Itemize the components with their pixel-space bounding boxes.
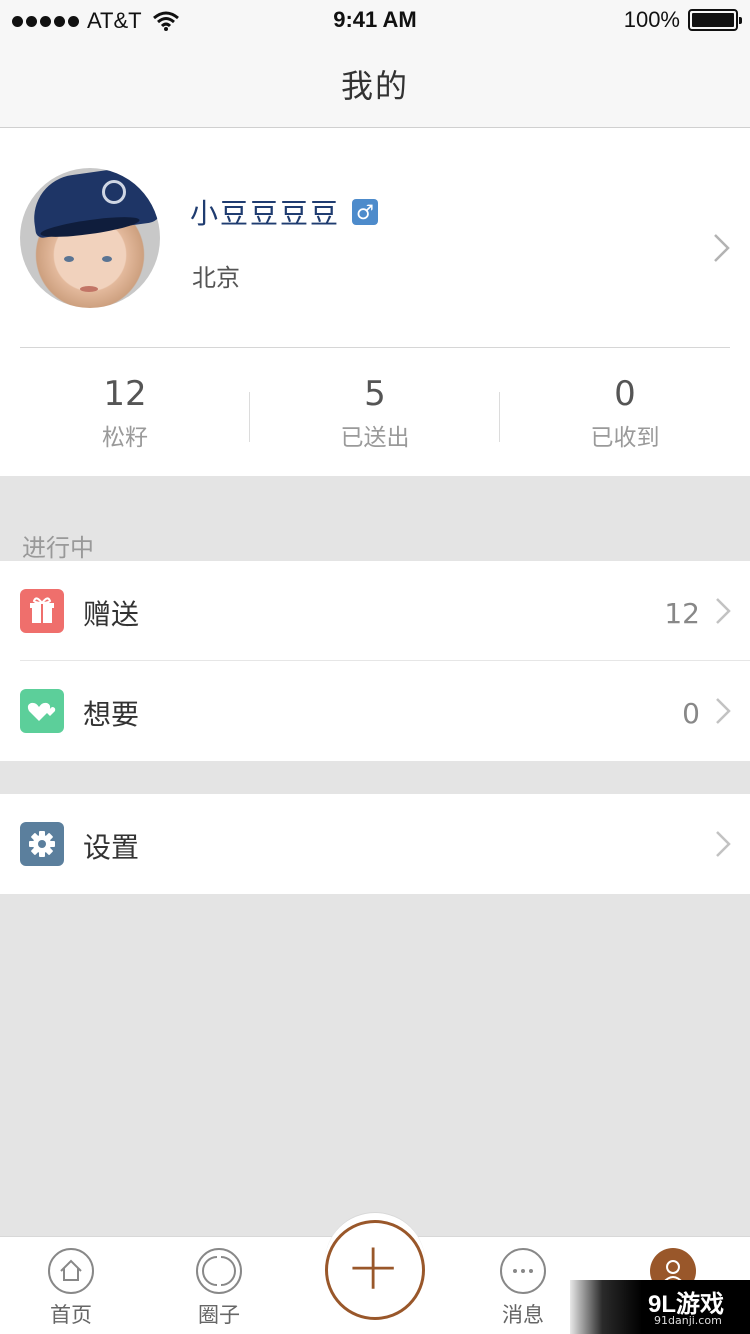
status-right: 100% [623,7,742,33]
watermark: 9L游戏 91danji.com [570,1280,750,1334]
stat-value: 5 [364,374,386,414]
user-city: 北京 [192,264,240,292]
list-item-label: 想要 [83,698,140,731]
list-item-label: 赠送 [83,598,140,631]
gift-icon [20,589,64,633]
list-item-label: 设置 [83,831,140,864]
stat-label: 已送出 [340,425,410,451]
chevron-right-icon [716,698,731,724]
list-item-value: 12 [664,597,700,630]
add-button[interactable] [325,1220,425,1320]
add-icon [352,1247,394,1289]
tab-messages[interactable]: 消息 [473,1247,573,1329]
message-icon [500,1248,546,1294]
stat-received[interactable]: 0 已收到 [500,372,750,452]
chevron-right-icon [716,598,731,624]
home-icon [48,1248,94,1294]
chevron-right-icon [716,831,731,857]
tab-label: 圈子 [198,1303,240,1327]
tab-home[interactable]: 首页 [21,1247,121,1329]
avatar[interactable] [20,168,160,308]
tab-circle[interactable]: 圈子 [169,1247,269,1329]
stat-label: 松籽 [102,425,148,451]
male-gender-icon: ♂ [352,199,378,225]
stat-value: 0 [614,374,636,414]
gear-icon [20,822,64,866]
list-item-give[interactable]: 赠送 12 [0,561,750,661]
list-item-want[interactable]: 想要 0 [0,661,750,761]
heart-icon [20,689,64,733]
stat-sent[interactable]: 5 已送出 [250,372,500,452]
profile-card[interactable]: 小豆豆豆豆 ♂ 北京 12 松籽 5 已送出 0 已收到 [0,128,750,476]
stat-value: 12 [103,374,147,414]
circle-icon [196,1248,242,1294]
list-item-settings[interactable]: 设置 [0,794,750,894]
tab-label: 消息 [502,1303,544,1327]
watermark-url: 91danji.com [654,1314,722,1327]
stat-seeds[interactable]: 12 松籽 [0,372,250,452]
chevron-right-icon[interactable] [712,233,732,263]
stat-label: 已收到 [590,425,660,451]
tab-label: 首页 [50,1303,92,1327]
page-title: 我的 [340,66,409,105]
list-item-value: 0 [682,697,700,730]
nav-bar: 我的 [0,40,750,128]
user-name: 小豆豆豆豆 [190,197,341,230]
battery-icon [688,9,742,31]
status-bar: AT&T 9:41 AM 100% [0,0,750,40]
section-title: 进行中 [22,534,94,562]
battery-percent: 100% [623,7,680,32]
profile-divider [20,347,730,348]
